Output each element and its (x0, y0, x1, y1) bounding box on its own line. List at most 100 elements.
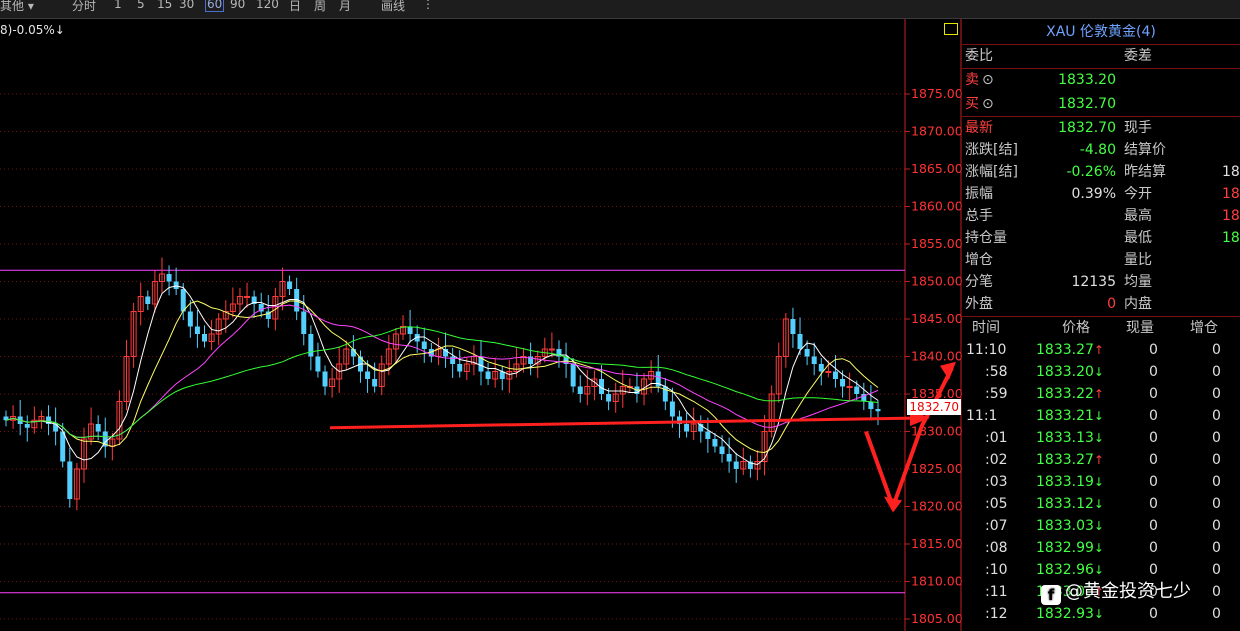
quote-label-5: 持仓量 (965, 230, 1007, 246)
y-tick-label: 1820.00 (911, 499, 962, 514)
tick-price: 1833.21↓ (1036, 406, 1104, 426)
tick-price: 1833.20↓ (1036, 362, 1104, 382)
tick-price: 1833.13↓ (1036, 428, 1104, 448)
toolbar-item-6[interactable]: 60 (205, 0, 225, 12)
panel-square-icon[interactable] (944, 23, 958, 35)
toolbar-item-7[interactable]: 90 (230, 0, 245, 11)
buy-price: 1832.70 (1058, 96, 1116, 112)
tick-oi-change: 0 (1212, 518, 1221, 534)
toolbar-item-0[interactable]: 其他 ▾ (0, 0, 34, 14)
tick-oi-change: 0 (1212, 430, 1221, 446)
tick-oi-change: 0 (1212, 562, 1221, 578)
tick-volume: 0 (1149, 408, 1158, 424)
tick-header-3[interactable]: 增仓 (1190, 318, 1218, 338)
tick-price: 1833.12↓ (1036, 494, 1104, 514)
sell-price: 1833.20 (1058, 72, 1116, 88)
instrument-title[interactable]: XAU 伦敦黄金(4) (962, 21, 1240, 43)
candle-body-down (570, 364, 576, 387)
quote-label2-1: 结算价 (1124, 142, 1166, 158)
y-tick-label: 1825.00 (911, 461, 962, 476)
candle-body-down (832, 371, 838, 379)
weicha-label: 委差 (1124, 48, 1152, 64)
panel-divider (962, 68, 1240, 69)
y-tick-label: 1805.00 (911, 611, 962, 626)
tick-volume: 0 (1149, 452, 1158, 468)
candle-body-down (301, 311, 307, 334)
tick-oi-change: 0 (1212, 474, 1221, 490)
tick-price: 1833.27↑ (1036, 450, 1104, 470)
arrow-down-icon: ↓ (1093, 497, 1104, 511)
y-tick-label: 1850.00 (911, 274, 962, 289)
candle-body-up (825, 371, 832, 373)
toolbar-item-8[interactable]: 120 (256, 0, 279, 11)
tick-volume: 0 (1149, 474, 1158, 490)
quote-value2-2: 18 (1222, 164, 1240, 180)
kline-chart[interactable]: 1875.00 1870.00 1865.00 1860.00 1855.00 1850.… (0, 19, 962, 631)
candle-body-down (407, 326, 413, 334)
toolbar-item-2[interactable]: 1 (114, 0, 122, 11)
watermark: f @黄金投资七少 (1041, 577, 1191, 605)
tick-price-value: 1832.99 (1036, 540, 1094, 556)
quote-label-8: 外盘 (965, 296, 993, 312)
tick-volume: 0 (1149, 540, 1158, 556)
toolbar-item-1[interactable]: 分时 (72, 0, 96, 14)
candle-body-down (797, 334, 803, 349)
arrow-down-icon: ↓ (1093, 431, 1104, 445)
tick-time: :10 (985, 562, 1008, 578)
tick-header-2[interactable]: 现量 (1126, 318, 1154, 338)
arrow-down-icon: ↓ (1093, 607, 1104, 621)
toolbar-item-9[interactable]: 日 (289, 0, 301, 14)
y-tick-label: 1840.00 (911, 349, 962, 364)
toutiao-logo-icon: f (1041, 585, 1061, 605)
tick-oi-change: 0 (1212, 606, 1221, 622)
tick-oi-change: 0 (1212, 584, 1221, 600)
candle-body-down (308, 334, 314, 357)
annotation-line (329, 416, 923, 430)
quote-value-8: 0 (1107, 296, 1116, 312)
tick-header-0[interactable]: 时间 (972, 318, 1000, 338)
tick-price-value: 1832.93 (1036, 606, 1094, 622)
arrow-down-icon: ↓ (1093, 563, 1104, 577)
candle-body-down (790, 319, 796, 334)
toolbar-item-3[interactable]: 5 (137, 0, 145, 11)
quote-value-0: 1832.70 (1058, 120, 1116, 136)
quote-value-7: 12135 (1071, 274, 1116, 290)
tick-time: 11:1 (966, 408, 998, 424)
candle-body-down (24, 424, 30, 428)
tick-volume: 0 (1149, 364, 1158, 380)
panel-divider (962, 116, 1240, 117)
y-tick-label: 1860.00 (911, 199, 962, 214)
tick-oi-change: 0 (1212, 452, 1221, 468)
tick-header-1[interactable]: 价格 (1062, 318, 1090, 338)
ma20-line (5, 304, 879, 438)
toolbar-item-12[interactable]: 画线 (381, 0, 405, 14)
candle-body-up (244, 296, 251, 298)
annotation-arrowhead-icon (940, 361, 956, 380)
y-tick-label: 1845.00 (911, 311, 962, 326)
toolbar-item-10[interactable]: 周 (314, 0, 326, 14)
weibi-label: 委比 (965, 48, 993, 64)
candle-body-down (840, 379, 846, 387)
quote-value-2: -0.26% (1066, 164, 1116, 180)
toolbar-item-5[interactable]: 30 (179, 0, 194, 11)
tick-price: 1833.27↑ (1036, 340, 1104, 360)
tick-volume: 0 (1149, 496, 1158, 512)
toolbar-item-4[interactable]: 15 (157, 0, 172, 11)
buy-label: 买 (965, 96, 979, 112)
toolbar-item-11[interactable]: 月 (339, 0, 351, 14)
y-tick-label: 1855.00 (911, 236, 962, 251)
panel-divider (962, 316, 1240, 317)
tick-time: :07 (985, 518, 1008, 534)
candle-body-down (187, 311, 193, 327)
ma5-line (5, 285, 879, 466)
candle-body-down (818, 364, 824, 372)
toolbar-item-13[interactable]: ⋮ (422, 0, 434, 11)
y-tick-label: 1875.00 (911, 86, 962, 101)
panel-divider (962, 44, 1240, 45)
candle-body-down (60, 431, 66, 462)
tick-price: 1833.22↑ (1036, 384, 1104, 404)
quote-label-3: 振幅 (965, 186, 993, 202)
candle-body-down (322, 371, 328, 387)
candle-body-down (684, 424, 690, 432)
quote-value2-5: 18 (1222, 230, 1240, 246)
